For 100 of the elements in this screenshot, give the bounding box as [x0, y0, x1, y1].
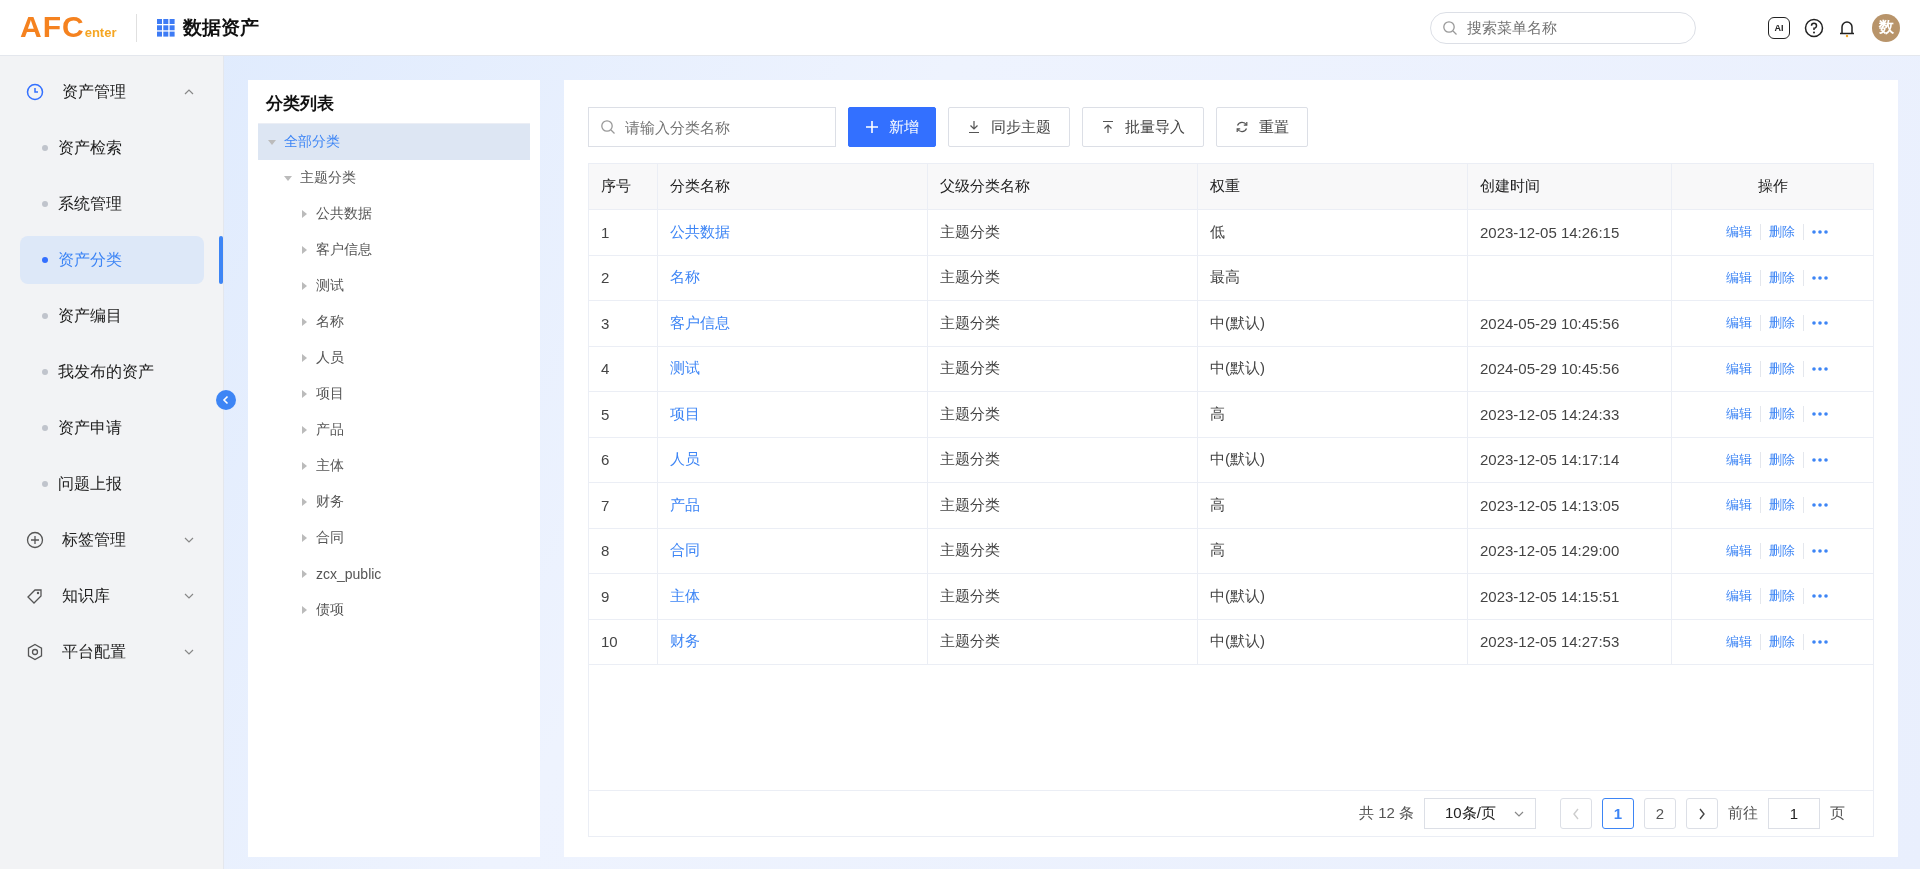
- toolbar-button[interactable]: 重置: [1216, 107, 1308, 147]
- table-cell: 2024-05-29 10:45:56: [1468, 346, 1672, 391]
- category-link[interactable]: 财务: [670, 632, 700, 652]
- toolbar-button[interactable]: 同步主题: [948, 107, 1070, 147]
- ai-button[interactable]: AI: [1768, 16, 1790, 39]
- menu-group[interactable]: 平台配置: [0, 624, 223, 680]
- category-link[interactable]: 主体: [670, 586, 700, 606]
- refresh-icon: [1235, 120, 1249, 134]
- tree-node[interactable]: 公共数据: [258, 196, 530, 232]
- more-icon[interactable]: [1811, 412, 1828, 417]
- tree-node[interactable]: 名称: [258, 304, 530, 340]
- menu-search-field[interactable]: 搜索菜单名称: [1430, 11, 1696, 44]
- action-link[interactable]: 删除: [1760, 360, 1804, 377]
- more-icon[interactable]: [1811, 548, 1828, 553]
- category-link[interactable]: 项目: [670, 404, 700, 424]
- menu-group[interactable]: 资产管理: [0, 64, 223, 120]
- action-link[interactable]: 编辑: [1717, 315, 1761, 332]
- tree-node[interactable]: 人员: [258, 340, 530, 376]
- action-link[interactable]: 编辑: [1717, 406, 1761, 423]
- caret-right-icon: [300, 318, 308, 326]
- user-avatar[interactable]: 数: [1872, 13, 1900, 42]
- download-icon: [967, 120, 981, 134]
- toolbar-button[interactable]: 批量导入: [1082, 107, 1204, 147]
- tree-node[interactable]: 合同: [258, 520, 530, 556]
- page-input[interactable]: 1: [1768, 798, 1820, 829]
- table-cell: 高: [1198, 528, 1468, 573]
- toolbar-button[interactable]: 新增: [848, 107, 936, 147]
- action-link[interactable]: 编辑: [1717, 224, 1761, 241]
- table-cell: 主题分类: [928, 392, 1198, 437]
- tree-node[interactable]: zcx_public: [258, 556, 530, 592]
- category-link[interactable]: 名称: [670, 268, 700, 288]
- category-link[interactable]: 测试: [670, 359, 700, 379]
- menu-item[interactable]: 我发布的资产: [20, 348, 204, 396]
- more-icon[interactable]: [1811, 275, 1828, 280]
- action-link[interactable]: 删除: [1760, 451, 1804, 468]
- category-link[interactable]: 公共数据: [670, 222, 730, 242]
- menu-item[interactable]: 问题上报: [20, 460, 204, 508]
- action-link[interactable]: 删除: [1760, 224, 1804, 241]
- collapse-button[interactable]: [216, 390, 236, 410]
- more-icon[interactable]: [1811, 503, 1828, 508]
- menu-item[interactable]: 资产检索: [20, 124, 204, 172]
- tree-node[interactable]: 主体: [258, 448, 530, 484]
- category-link[interactable]: 合同: [670, 541, 700, 561]
- action-link[interactable]: 删除: [1760, 542, 1804, 559]
- more-icon[interactable]: [1811, 321, 1828, 326]
- tree-node[interactable]: 债项: [258, 592, 530, 628]
- menu-item[interactable]: 资产分类: [20, 236, 204, 284]
- upload-icon: [1101, 120, 1115, 134]
- table-cell: 8: [589, 528, 658, 573]
- tree-node[interactable]: 全部分类: [258, 124, 530, 160]
- more-icon[interactable]: [1811, 366, 1828, 371]
- action-link[interactable]: 编辑: [1717, 451, 1761, 468]
- action-link[interactable]: 删除: [1760, 315, 1804, 332]
- goto-label: 前往: [1728, 804, 1758, 823]
- table-cell: 2023-12-05 14:29:00: [1468, 528, 1672, 573]
- category-search-field[interactable]: 请输入分类名称: [588, 107, 836, 147]
- tree-node[interactable]: 产品: [258, 412, 530, 448]
- menu-group[interactable]: 知识库: [0, 568, 223, 624]
- table-cell: 主题分类: [928, 528, 1198, 573]
- table-cell: 10: [589, 619, 658, 664]
- action-link[interactable]: 删除: [1760, 406, 1804, 423]
- action-link[interactable]: 编辑: [1717, 269, 1761, 286]
- action-link[interactable]: 编辑: [1717, 497, 1761, 514]
- action-link[interactable]: 编辑: [1717, 633, 1761, 650]
- action-link[interactable]: 编辑: [1717, 542, 1761, 559]
- tree-node[interactable]: 项目: [258, 376, 530, 412]
- table-cell: 4: [589, 346, 658, 391]
- tree-node[interactable]: 客户信息: [258, 232, 530, 268]
- category-link[interactable]: 人员: [670, 450, 700, 470]
- action-link[interactable]: 删除: [1760, 588, 1804, 605]
- column-header: 创建时间: [1468, 164, 1672, 209]
- table-cell: 主题分类: [928, 619, 1198, 664]
- more-icon[interactable]: [1811, 639, 1828, 644]
- table-cell: 中(默认): [1198, 574, 1468, 619]
- category-link[interactable]: 客户信息: [670, 313, 730, 333]
- table-cell: 中(默认): [1198, 346, 1468, 391]
- search-icon: [600, 119, 616, 135]
- menu-item[interactable]: 资产申请: [20, 404, 204, 452]
- more-icon[interactable]: [1811, 457, 1828, 462]
- tree-node[interactable]: 主题分类: [258, 160, 530, 196]
- more-icon[interactable]: [1811, 594, 1828, 599]
- tree-node[interactable]: 财务: [258, 484, 530, 520]
- action-link[interactable]: 删除: [1760, 497, 1804, 514]
- category-link[interactable]: 产品: [670, 495, 700, 515]
- menu-group[interactable]: 标签管理: [0, 512, 223, 568]
- menu-item[interactable]: 资产编目: [20, 292, 204, 340]
- action-link[interactable]: 编辑: [1717, 588, 1761, 605]
- more-icon[interactable]: [1811, 230, 1828, 235]
- menu-item[interactable]: 系统管理: [20, 180, 204, 228]
- action-link[interactable]: 删除: [1760, 633, 1804, 650]
- table-cell: 7: [589, 483, 658, 528]
- table-cell: 低: [1198, 210, 1468, 255]
- search-icon: [1442, 19, 1458, 36]
- action-link[interactable]: 删除: [1760, 269, 1804, 286]
- help-icon[interactable]: [1804, 17, 1824, 38]
- tree-node[interactable]: 测试: [258, 268, 530, 304]
- page-size-select[interactable]: 10条/页: [1424, 798, 1536, 829]
- page-button[interactable]: 1: [1602, 798, 1634, 829]
- action-link[interactable]: 编辑: [1717, 360, 1761, 377]
- page-button[interactable]: 2: [1644, 798, 1676, 829]
